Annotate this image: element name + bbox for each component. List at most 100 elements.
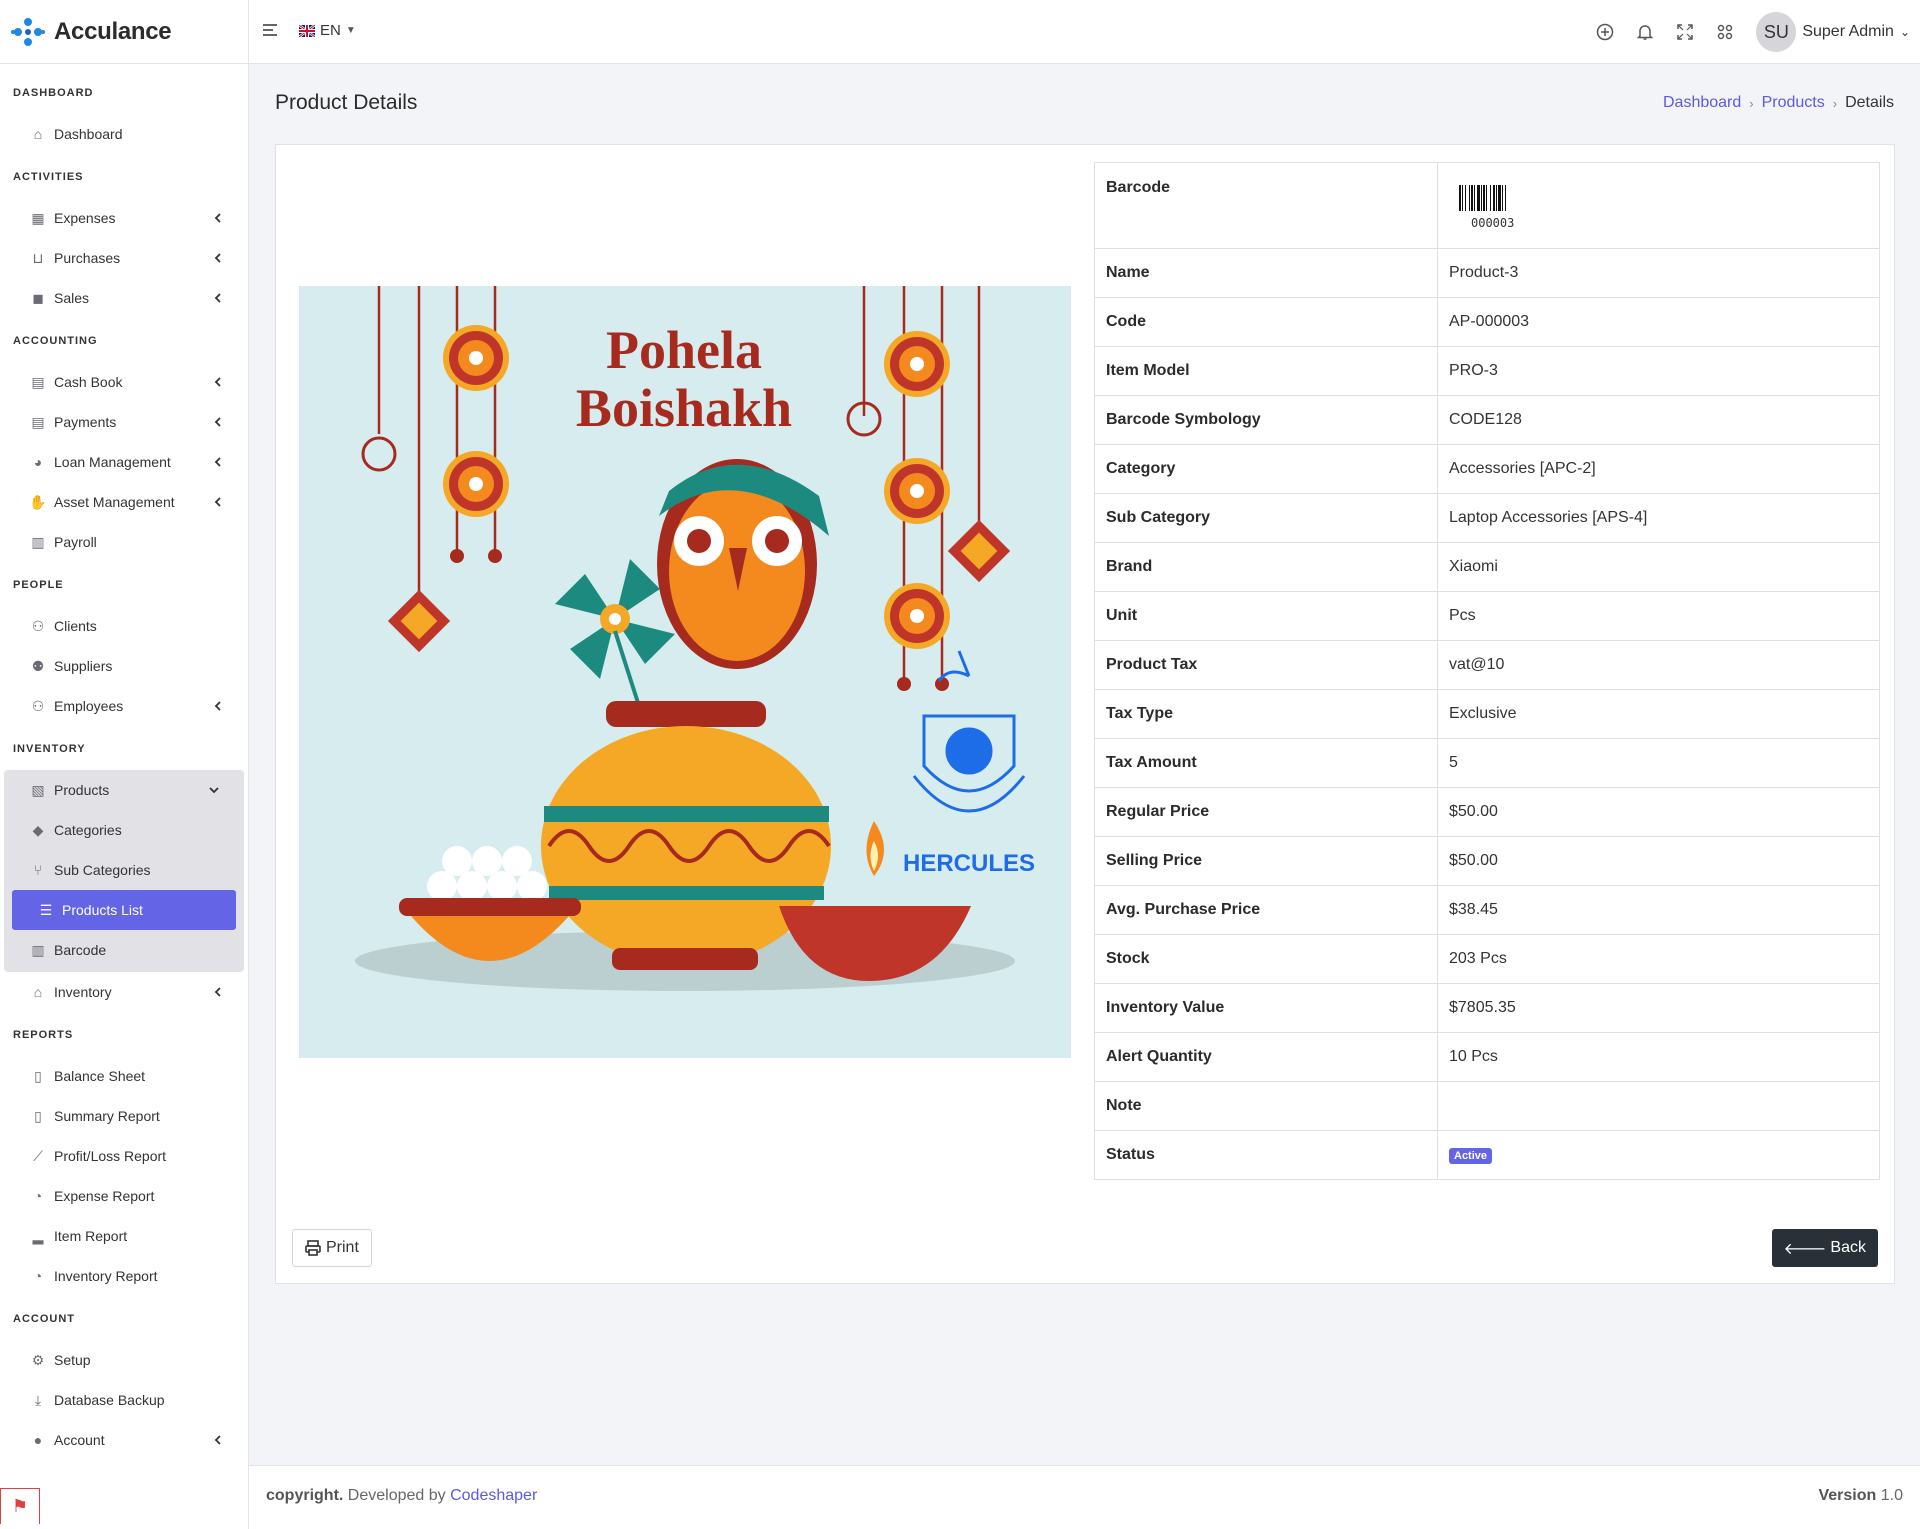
detail-key: Avg. Purchase Price — [1094, 885, 1438, 935]
sidebar-group-products: ▧ Products ◆ Categories ⑂ Sub Categories ☰ Prod… — [4, 770, 244, 972]
status-badge: Active — [1449, 1148, 1493, 1164]
chart-line-icon: ⟋ — [33, 1147, 43, 1164]
sidebar-item-label: Inventory — [54, 984, 112, 1000]
detail-value: $38.45 — [1437, 885, 1880, 935]
sidebar-item-purchases[interactable]: ⊔ Purchases — [0, 238, 248, 278]
user-name: Super Admin — [1802, 23, 1894, 40]
sidebar-item-label: Balance Sheet — [54, 1068, 146, 1084]
detail-key: Tax Amount — [1094, 738, 1438, 788]
sidebar-item-label: Setup — [54, 1352, 91, 1368]
sidebar-item-sub-categories[interactable]: ⑂ Sub Categories — [4, 850, 244, 890]
sidebar-item-products[interactable]: ▧ Products — [4, 770, 244, 810]
detail-key: Unit — [1094, 591, 1438, 641]
footer: copyright. Developed by Codeshaper Versi… — [249, 1465, 1920, 1529]
sidebar-item-cash-book[interactable]: ▤ Cash Book — [0, 362, 248, 402]
sidebar-item-expenses[interactable]: ▦ Expenses — [0, 198, 248, 238]
hand-coin-icon: ✋ — [29, 493, 47, 510]
sidebar-item-label: Loan Management — [54, 454, 171, 470]
detail-key: Brand — [1094, 542, 1438, 592]
fullscreen-icon[interactable] — [1676, 23, 1694, 41]
payroll-icon: ▥ — [31, 533, 45, 550]
detail-value: AP-000003 — [1437, 297, 1880, 347]
suppliers-icon: ⚉ — [31, 657, 45, 674]
back-button[interactable]: 🡐 Back — [1771, 1229, 1878, 1267]
barcode-icon: ▥ — [31, 941, 45, 958]
sidebar-item-payments[interactable]: ▤ Payments — [0, 402, 248, 442]
apps-grid-icon[interactable] — [1716, 23, 1734, 41]
detail-key: Selling Price — [1094, 836, 1438, 886]
table-row: Inventory Value $7805.35 — [1094, 983, 1880, 1033]
sidebar-item-loan-management[interactable]: ◕ Loan Management — [0, 442, 248, 482]
chevron-left-icon — [212, 252, 224, 264]
sidebar-item-products-list[interactable]: ☰ Products List — [12, 890, 236, 930]
details-table: Barcode 000003 Name Product-3 Code AP-000003 I… — [1094, 162, 1880, 1180]
detail-value: Xiaomi — [1437, 542, 1880, 592]
sidebar-item-barcode[interactable]: ▥ Barcode — [4, 930, 244, 970]
footer-version: 1.0 — [1880, 1487, 1903, 1504]
branch-icon: ⑂ — [33, 862, 43, 878]
gears-icon: ⚙ — [31, 1351, 45, 1368]
table-row: Note — [1094, 1081, 1880, 1131]
menu-toggle-icon[interactable] — [263, 24, 279, 38]
footer-copyright: copyright. — [266, 1487, 344, 1504]
footer-dev-link[interactable]: Codeshaper — [450, 1487, 537, 1504]
logo-icon — [11, 17, 45, 46]
detail-key: Barcode Symbology — [1094, 395, 1438, 445]
piggy-bank-icon: ◕ — [33, 454, 43, 470]
corner-badge-icon[interactable]: ⚑ — [0, 1488, 40, 1524]
pie-icon: ◔ — [33, 1268, 43, 1284]
sidebar-item-suppliers[interactable]: ⚉ Suppliers — [0, 646, 248, 686]
table-row: Tax Type Exclusive — [1094, 689, 1880, 739]
chart-bar-icon: ▂ — [32, 1227, 44, 1244]
sidebar-item-label: Expense Report — [54, 1188, 155, 1204]
detail-value: 10 Pcs — [1437, 1032, 1880, 1082]
sidebar-item-balance-sheet[interactable]: ▯ Balance Sheet — [0, 1056, 248, 1096]
sidebar-item-summary-report[interactable]: ▯ Summary Report — [0, 1096, 248, 1136]
detail-key: Status — [1094, 1130, 1438, 1180]
user-menu[interactable]: SU Super Admin ⌄ — [1756, 12, 1910, 52]
sidebar-nav: DASHBOARD ⌂ Dashboard ACTIVITIES ▦ Expenses ⊔ P… — [0, 64, 248, 1474]
sidebar-item-item-report[interactable]: ▂ Item Report — [0, 1216, 248, 1256]
sidebar-item-asset-management[interactable]: ✋ Asset Management — [0, 482, 248, 522]
list-icon: ☰ — [39, 901, 53, 918]
breadcrumb-products[interactable]: Products — [1762, 94, 1825, 112]
sidebar-item-payroll[interactable]: ▥ Payroll — [0, 522, 248, 562]
sidebar-item-inventory-report[interactable]: ◔ Inventory Report — [0, 1256, 248, 1296]
barcode-number: 000003 — [1471, 216, 1515, 230]
table-row: Regular Price $50.00 — [1094, 787, 1880, 837]
table-row: Item Model PRO-3 — [1094, 346, 1880, 396]
sidebar-item-setup[interactable]: ⚙ Setup — [0, 1340, 248, 1380]
sidebar-item-categories[interactable]: ◆ Categories — [4, 810, 244, 850]
sidebar-item-label: Inventory Report — [54, 1268, 158, 1284]
sidebar-section-title: ACCOUNT — [13, 1313, 75, 1325]
book-icon: ▤ — [31, 373, 45, 390]
detail-value: 203 Pcs — [1437, 934, 1880, 984]
breadcrumb-dashboard[interactable]: Dashboard — [1663, 94, 1741, 112]
sidebar-item-clients[interactable]: ⚇ Clients — [0, 606, 248, 646]
chevron-left-icon — [212, 700, 224, 712]
language-select[interactable]: EN ▼ — [299, 22, 356, 39]
sidebar-item-profit-loss-report[interactable]: ⟋ Profit/Loss Report — [0, 1136, 248, 1176]
chevron-left-icon — [212, 1434, 224, 1446]
logo[interactable]: Acculance — [0, 0, 248, 64]
sidebar-item-expense-report[interactable]: ◔ Expense Report — [0, 1176, 248, 1216]
sidebar-item-inventory[interactable]: ⌂ Inventory — [0, 972, 248, 1012]
sidebar-item-dashboard[interactable]: ⌂ Dashboard — [0, 114, 248, 154]
sidebar-item-employees[interactable]: ⚇ Employees — [0, 686, 248, 726]
detail-key: Stock — [1094, 934, 1438, 984]
add-circle-icon[interactable] — [1596, 23, 1614, 41]
detail-key: Item Model — [1094, 346, 1438, 396]
sidebar-item-sales[interactable]: ◼ Sales — [0, 278, 248, 318]
sidebar-item-label: Asset Management — [54, 494, 175, 510]
caret-down-icon: ▼ — [345, 25, 356, 36]
print-button[interactable]: Print — [292, 1229, 372, 1267]
detail-key: Product Tax — [1094, 640, 1438, 690]
sidebar-item-account[interactable]: ● Account — [0, 1420, 248, 1460]
bell-icon[interactable] — [1636, 23, 1654, 41]
breadcrumb: Dashboard › Products › Details — [1663, 94, 1894, 112]
detail-value: Accessories [APC-2] — [1437, 444, 1880, 494]
table-row: Tax Amount 5 — [1094, 738, 1880, 788]
chevron-down-icon — [208, 784, 220, 796]
sidebar-item-database-backup[interactable]: ⤓ Database Backup — [0, 1380, 248, 1420]
avatar: SU — [1756, 12, 1797, 52]
